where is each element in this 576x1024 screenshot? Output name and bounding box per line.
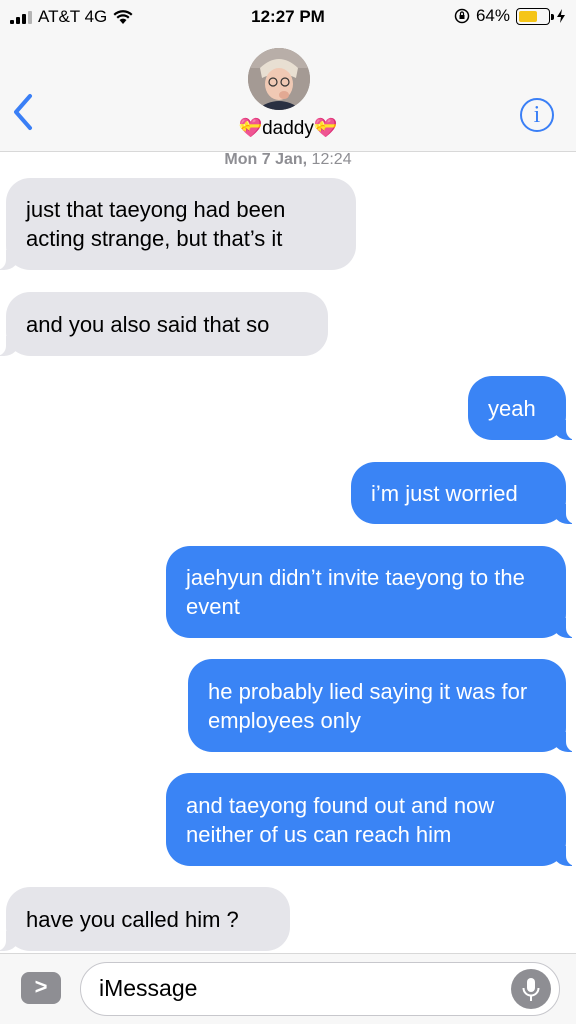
message-text: i’m just worried [371, 480, 518, 506]
message-text: just that taeyong had been acting strang… [26, 197, 286, 251]
charging-icon [557, 9, 565, 23]
timestamp-day: Mon 7 Jan, [224, 151, 308, 168]
battery-group: 64% [454, 6, 566, 26]
outgoing-message-bubble[interactable]: i’m just worried [351, 462, 576, 524]
incoming-message-bubble[interactable]: have you called him ? [0, 887, 290, 951]
rotation-lock-icon [454, 8, 470, 24]
contact-name-row[interactable]: 💝daddy💝 [0, 116, 576, 140]
outgoing-message-bubble[interactable]: jaehyun didn’t invite taeyong to the eve… [166, 546, 576, 638]
contact-avatar[interactable] [248, 48, 310, 110]
outgoing-message-bubble[interactable]: and taeyong found out and now neither of… [166, 773, 576, 866]
info-icon[interactable]: i [520, 98, 554, 132]
battery-percent: 64% [475, 6, 510, 25]
contact-name: daddy [262, 118, 314, 139]
message-timestamp: Mon 7 Jan, 12:24 [0, 151, 576, 169]
incoming-message-bubble[interactable]: and you also said that so [0, 292, 328, 356]
incoming-message-bubble[interactable]: just that taeyong had been acting strang… [0, 178, 356, 270]
outgoing-message-bubble[interactable]: yeah [468, 376, 576, 440]
message-text: he probably lied saying it was for emplo… [208, 678, 528, 733]
conversation-header: 💝daddy💝 i [0, 34, 576, 152]
heart-gift-emoji: 💝 [238, 118, 263, 139]
microphone-icon[interactable] [511, 969, 551, 1009]
message-text: yeah [488, 395, 536, 421]
battery-icon [516, 7, 554, 25]
message-text: and taeyong found out and now neither of… [186, 792, 495, 847]
heart-gift-emoji: 💝 [313, 118, 338, 139]
app-drawer-button[interactable]: > [21, 972, 61, 1004]
imessage-placeholder: iMessage [99, 975, 198, 1001]
message-composer: > iMessage [0, 953, 576, 1024]
status-bar: AT&T 4G 12:27 PM 64% [0, 0, 576, 34]
imessage-input[interactable]: iMessage [80, 962, 560, 1016]
message-text: jaehyun didn’t invite taeyong to the eve… [186, 565, 525, 619]
message-text: have you called him ? [26, 906, 239, 932]
outgoing-message-bubble[interactable]: he probably lied saying it was for emplo… [188, 659, 576, 752]
message-text: and you also said that so [26, 311, 270, 337]
timestamp-time: 12:24 [311, 151, 352, 168]
